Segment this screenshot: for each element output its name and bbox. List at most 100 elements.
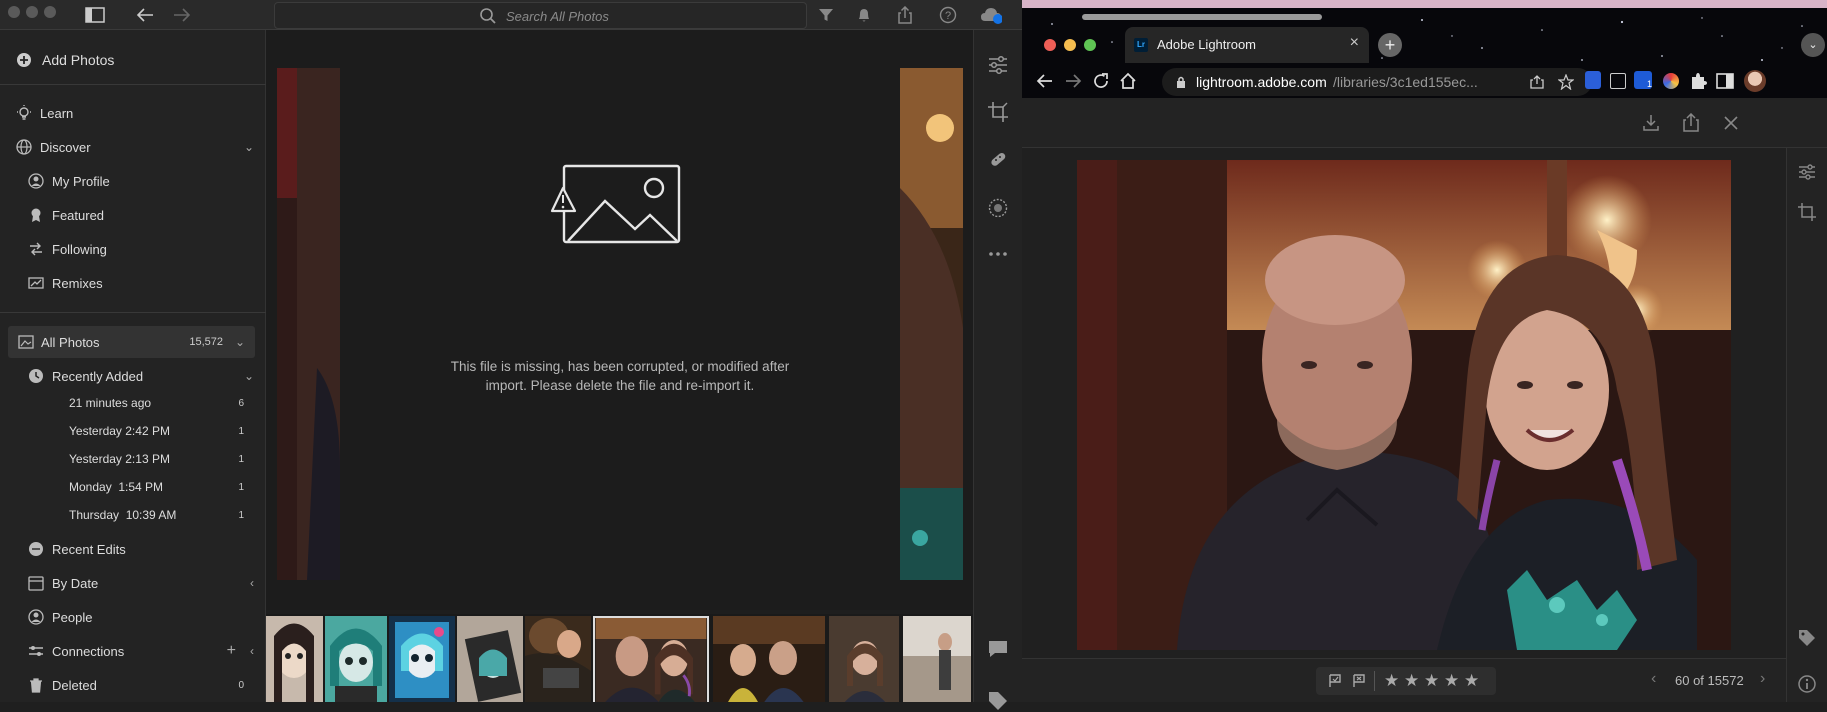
filter-icon[interactable] <box>815 4 837 26</box>
crop-icon[interactable] <box>987 101 1009 123</box>
sidebar-item-featured[interactable]: Featured <box>0 199 266 231</box>
sidebar-item-recently-added[interactable]: Recently Added ⌄ <box>0 360 266 392</box>
sidebar-item-following[interactable]: Following <box>0 233 266 265</box>
edit-sliders-icon[interactable] <box>987 54 1009 76</box>
share-icon[interactable] <box>1682 113 1700 132</box>
more-options-icon[interactable] <box>987 243 1009 265</box>
sidebar-item-label: My Profile <box>52 173 110 189</box>
share-icon[interactable] <box>894 4 916 26</box>
add-photos-button[interactable]: Add Photos <box>0 44 266 76</box>
recent-item[interactable]: Yesterday 2:42 PM 1 <box>0 417 266 445</box>
filmstrip-thumbnail[interactable] <box>457 616 523 702</box>
rating-star-4[interactable]: ★ <box>1444 671 1459 691</box>
sidebar-item-label: Following <box>52 241 107 257</box>
clock-icon <box>29 369 43 383</box>
filmstrip-thumbnail-selected[interactable] <box>593 616 709 702</box>
sidebar-item-remixes[interactable]: Remixes <box>0 267 266 299</box>
rating-star-2[interactable]: ★ <box>1404 671 1419 691</box>
side-panel-icon[interactable] <box>1716 72 1734 90</box>
puzzle-icon[interactable] <box>1689 72 1707 90</box>
close-window-button[interactable] <box>8 6 20 18</box>
chevron-left-icon[interactable]: ‹ <box>250 644 254 658</box>
help-icon[interactable]: ? <box>937 4 959 26</box>
tab-search-button[interactable]: ⌄ <box>1801 33 1825 57</box>
sidebar-item-learn[interactable]: Learn <box>0 97 266 129</box>
sidebar-item-my-profile[interactable]: My Profile <box>0 165 266 197</box>
rating-star-3[interactable]: ★ <box>1424 671 1439 691</box>
sidebar-toggle-icon[interactable] <box>84 4 106 26</box>
new-tab-button[interactable]: + <box>1378 33 1402 57</box>
download-icon[interactable] <box>1642 114 1660 132</box>
forward-arrow-icon[interactable] <box>171 4 193 26</box>
tag-icon[interactable] <box>987 690 1009 712</box>
recent-item[interactable]: Yesterday 2:13 PM 1 <box>0 445 266 473</box>
rating-star-5[interactable]: ★ <box>1464 671 1479 691</box>
add-connection-icon[interactable]: + <box>227 642 236 660</box>
close-tab-icon[interactable]: × <box>1350 34 1359 52</box>
address-bar[interactable]: lightroom.adobe.com /libraries/3c1ed155e… <box>1162 68 1592 96</box>
sidebar-item-connections[interactable]: Connections + ‹ <box>0 635 266 667</box>
lightroom-app: Search All Photos ? Add Photos Learn Dis… <box>0 0 1022 710</box>
sidebar-item-deleted[interactable]: Deleted 0 <box>0 669 266 701</box>
globe-icon <box>16 139 32 155</box>
filmstrip-thumbnail[interactable] <box>325 616 387 702</box>
tag-icon[interactable] <box>1797 628 1817 648</box>
extension-icon[interactable] <box>1663 73 1679 89</box>
rating-star-1[interactable]: ★ <box>1384 671 1399 691</box>
maximize-window-button[interactable] <box>44 6 56 18</box>
previous-photo-icon[interactable]: ‹ <box>1651 670 1656 688</box>
share-page-icon[interactable] <box>1530 75 1544 89</box>
cloud-sync-icon[interactable] <box>980 4 1002 26</box>
sidebar-item-by-date[interactable]: By Date ‹ <box>0 567 266 599</box>
extension-badge-icon[interactable]: 1 <box>1634 71 1652 89</box>
notifications-bell-icon[interactable] <box>853 4 875 26</box>
back-arrow-icon[interactable] <box>134 4 156 26</box>
sidebar-item-label: Discover <box>40 139 91 155</box>
info-icon[interactable] <box>1797 674 1817 694</box>
browser-minimize-button[interactable] <box>1064 39 1076 51</box>
profile-avatar[interactable] <box>1744 70 1766 92</box>
next-photo-preview[interactable] <box>900 68 963 580</box>
reject-flag-icon[interactable] <box>1352 674 1366 688</box>
extension-icon[interactable] <box>1610 73 1626 89</box>
browser-maximize-button[interactable] <box>1084 39 1096 51</box>
comments-icon[interactable] <box>987 638 1009 660</box>
sidebar-item-people[interactable]: People <box>0 601 266 633</box>
chevron-left-icon[interactable]: ‹ <box>250 576 254 590</box>
healing-brush-icon[interactable] <box>987 148 1009 170</box>
home-icon[interactable] <box>1119 72 1137 90</box>
crop-icon[interactable] <box>1797 202 1817 222</box>
previous-photo-preview[interactable] <box>277 68 340 580</box>
search-input[interactable]: Search All Photos <box>506 9 609 24</box>
chevron-down-icon[interactable]: ⌄ <box>235 335 245 349</box>
filmstrip-thumbnail[interactable] <box>829 616 899 702</box>
main-photo[interactable] <box>1077 160 1731 650</box>
recent-item[interactable]: 21 minutes ago 6 <box>0 389 266 417</box>
edit-sliders-icon[interactable] <box>1797 162 1817 182</box>
recent-item[interactable]: Monday 1:54 PM 1 <box>0 473 266 501</box>
back-arrow-icon[interactable] <box>1036 73 1054 89</box>
reload-icon[interactable] <box>1092 72 1110 90</box>
close-icon[interactable] <box>1723 115 1739 131</box>
chevron-down-icon[interactable]: ⌄ <box>244 140 254 154</box>
minimize-window-button[interactable] <box>26 6 38 18</box>
masking-icon[interactable] <box>987 197 1009 219</box>
extension-icon[interactable] <box>1585 71 1601 89</box>
pick-flag-icon[interactable] <box>1328 674 1342 688</box>
sidebar-item-recent-edits[interactable]: Recent Edits <box>0 533 266 565</box>
filmstrip-thumbnail[interactable] <box>713 616 825 702</box>
forward-arrow-icon[interactable] <box>1064 73 1082 89</box>
search-box[interactable]: Search All Photos <box>274 2 807 29</box>
sidebar-item-discover[interactable]: Discover ⌄ <box>0 131 266 163</box>
next-photo-icon[interactable]: › <box>1760 670 1765 688</box>
browser-tab[interactable]: Lr Adobe Lightroom × <box>1125 27 1369 63</box>
filmstrip-thumbnail[interactable] <box>266 616 323 702</box>
bookmark-star-icon[interactable] <box>1558 74 1574 90</box>
filmstrip-thumbnail[interactable] <box>903 616 971 702</box>
browser-close-button[interactable] <box>1044 39 1056 51</box>
sidebar-item-all-photos[interactable]: All Photos 15,572 ⌄ <box>8 326 255 358</box>
filmstrip-thumbnail[interactable] <box>525 616 591 702</box>
recent-item[interactable]: Thursday 10:39 AM 1 <box>0 501 266 529</box>
chevron-down-icon[interactable]: ⌄ <box>244 369 254 383</box>
filmstrip-thumbnail[interactable] <box>389 616 455 702</box>
